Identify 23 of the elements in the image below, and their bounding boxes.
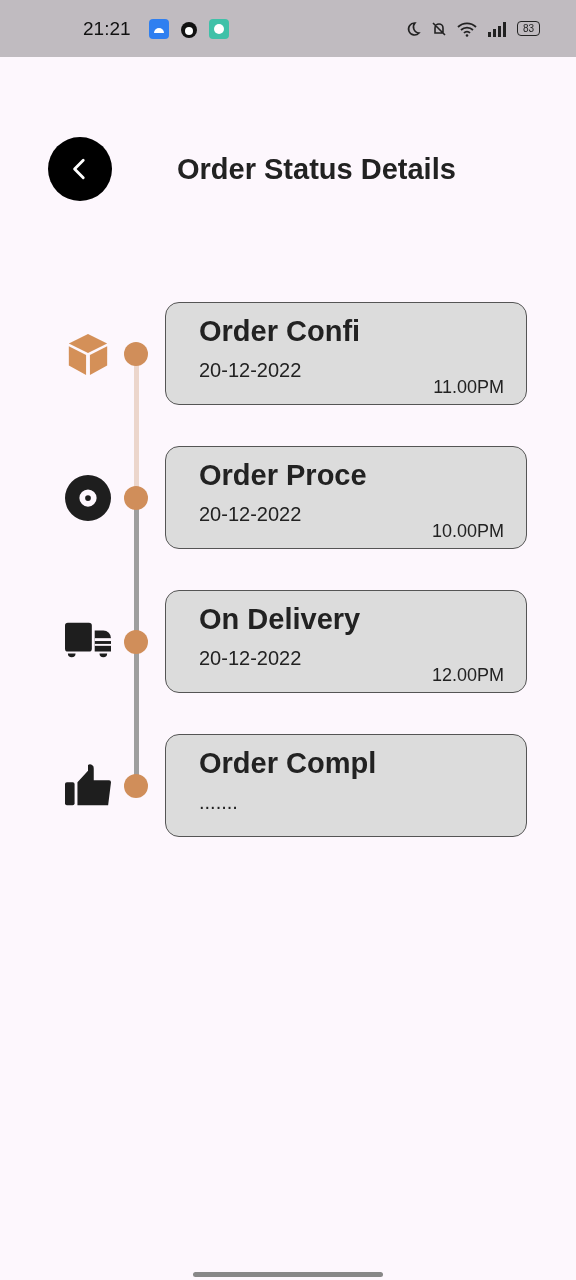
timeline-dot <box>124 341 148 366</box>
android-app-icon <box>148 18 169 39</box>
battery-level: 83 <box>516 21 540 36</box>
status-time-label: 11.00PM <box>433 377 504 398</box>
status-title: Order Proce <box>199 459 368 492</box>
timeline-dot <box>124 485 148 510</box>
muted-bell-icon <box>430 20 447 37</box>
timeline-dot <box>124 773 148 798</box>
status-title: On Delivery <box>199 603 362 636</box>
wifi-icon <box>456 20 477 37</box>
status-time: 21:21 <box>83 17 131 40</box>
status-date: 20-12-2022 <box>199 647 302 670</box>
chat-app-icon <box>208 18 229 39</box>
status-title: Order Compl <box>199 747 378 780</box>
page-title: Order Status Details <box>177 152 456 186</box>
status-date: ....... <box>199 791 238 814</box>
signal-icon <box>486 20 507 37</box>
status-date: 20-12-2022 <box>199 359 302 382</box>
status-time-label: 12.00PM <box>431 665 504 686</box>
status-time-label: 10.00PM <box>431 521 504 542</box>
status-title: Order Confi <box>199 315 362 348</box>
status-date: 20-12-2022 <box>199 503 302 526</box>
timeline-dot <box>124 629 148 654</box>
